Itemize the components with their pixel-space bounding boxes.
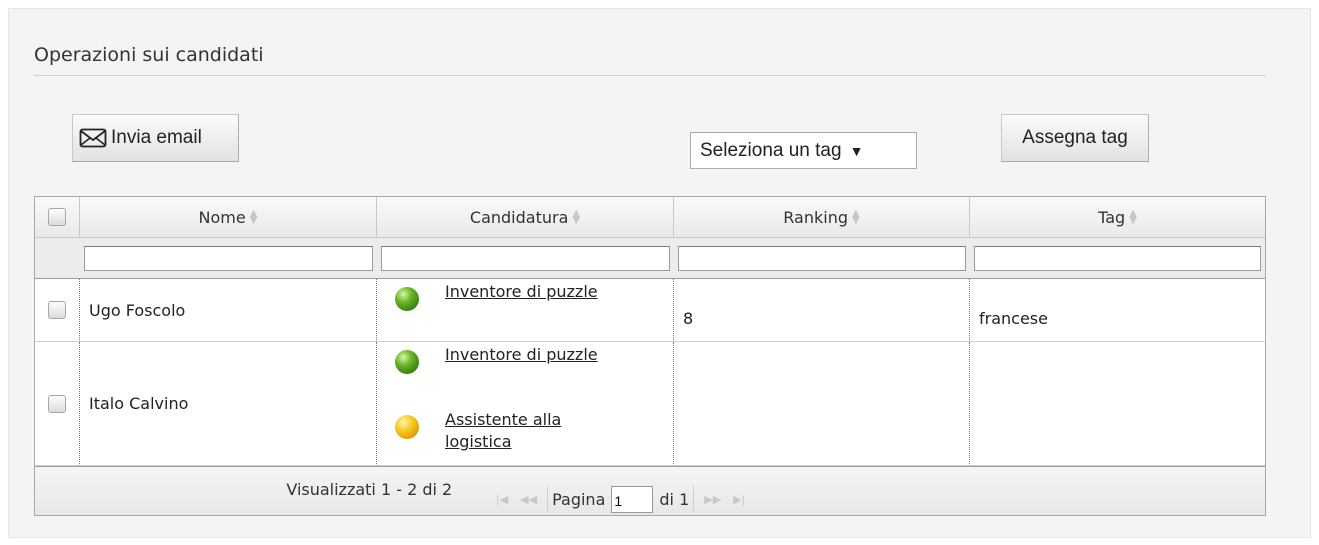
send-email-label: Invia email: [111, 127, 202, 148]
first-page-icon[interactable]: |◀: [496, 493, 508, 506]
column-header-label: Nome: [198, 207, 246, 227]
tag-select-value: Seleziona un tag: [700, 139, 842, 161]
filter-row: [35, 238, 1265, 279]
table-row: Ugo Foscolo Inventore di puzzle 8 france…: [35, 279, 1265, 342]
application-item: Assistente alla logistica: [395, 409, 561, 453]
column-header-application[interactable]: Candidatura ▲ ▼: [377, 197, 674, 237]
application-item: Inventore di puzzle: [395, 281, 598, 311]
pager-separator: [693, 486, 695, 512]
column-header-label: Tag: [1098, 207, 1126, 227]
filter-ranking-input[interactable]: [678, 245, 966, 271]
candidate-applications: Inventore di puzzle: [377, 279, 674, 342]
select-all-checkbox[interactable]: [48, 208, 66, 226]
page-number-input[interactable]: [611, 485, 654, 513]
candidate-tag: francese: [970, 279, 1265, 342]
table-footer: |◀ ◀◀ Pagina di 1 ▶▶ ▶| Visualizzati 1 -…: [35, 466, 1265, 515]
candidate-ranking: [674, 342, 970, 466]
column-header-label: Ranking: [783, 207, 848, 227]
next-page-icon[interactable]: ▶▶: [704, 493, 721, 506]
candidate-applications: Inventore di puzzle Assistente alla logis…: [377, 342, 674, 466]
records-count: Visualizzati 1 - 2 di 2: [286, 480, 453, 499]
last-page-icon[interactable]: ▶|: [733, 493, 745, 506]
application-item: Inventore di puzzle: [395, 344, 598, 374]
column-header-ranking[interactable]: Ranking ▲ ▼: [674, 197, 970, 237]
pager: |◀ ◀◀ Pagina di 1 ▶▶ ▶|: [490, 475, 751, 523]
filter-name-input[interactable]: [84, 245, 373, 271]
sort-icon: ▲ ▼: [852, 208, 860, 226]
column-header-tag[interactable]: Tag ▲ ▼: [970, 197, 1265, 237]
tag-select[interactable]: Seleziona un tag ▼: [690, 132, 917, 169]
row-checkbox[interactable]: [48, 301, 66, 319]
title-divider: [34, 75, 1266, 76]
assign-tag-button[interactable]: Assegna tag: [1001, 114, 1149, 162]
section-title: Operazioni sui candidati: [34, 44, 264, 66]
candidate-tag: [970, 342, 1265, 466]
header-checkbox-cell: [35, 197, 80, 237]
chevron-down-icon: ▼: [849, 142, 864, 159]
sort-icon: ▲ ▼: [249, 208, 258, 226]
filter-tag-input[interactable]: [974, 245, 1261, 271]
filter-spacer: [35, 238, 80, 278]
column-header-name[interactable]: Nome ▲ ▼: [80, 197, 377, 237]
candidates-table: Nome ▲ ▼ Candidatura ▲ ▼ Ranking ▲ ▼ Tag ▲ ▼…: [34, 196, 1266, 516]
candidate-name: Ugo Foscolo: [80, 279, 377, 342]
table-row: Italo Calvino Inventore di puzzle Assist…: [35, 342, 1265, 466]
application-link[interactable]: Inventore di puzzle: [445, 281, 598, 303]
status-green-icon: [395, 350, 419, 374]
page-label: Pagina: [552, 489, 606, 509]
application-link-line: Assistente alla: [445, 410, 562, 429]
sort-icon: ▲ ▼: [572, 208, 581, 226]
application-link[interactable]: Assistente alla logistica: [445, 409, 561, 453]
sort-icon: ▲ ▼: [1129, 208, 1137, 226]
status-yellow-icon: [395, 415, 419, 439]
application-link-line: logistica: [445, 432, 512, 451]
candidate-name: Italo Calvino: [80, 342, 377, 466]
pager-separator: [547, 486, 549, 512]
status-green-icon: [395, 287, 419, 311]
previous-page-icon[interactable]: ◀◀: [520, 493, 537, 506]
column-header-label: Candidatura: [469, 207, 569, 227]
send-email-button[interactable]: Invia email: [72, 114, 239, 162]
application-link[interactable]: Inventore di puzzle: [445, 344, 598, 366]
candidate-ranking: 8: [674, 279, 970, 342]
page-total: di 1: [659, 489, 690, 509]
filter-application-input[interactable]: [381, 245, 670, 271]
envelope-icon: [79, 127, 107, 149]
row-checkbox[interactable]: [48, 394, 66, 413]
table-header-row: Nome ▲ ▼ Candidatura ▲ ▼ Ranking ▲ ▼ Tag ▲ ▼: [35, 197, 1265, 238]
